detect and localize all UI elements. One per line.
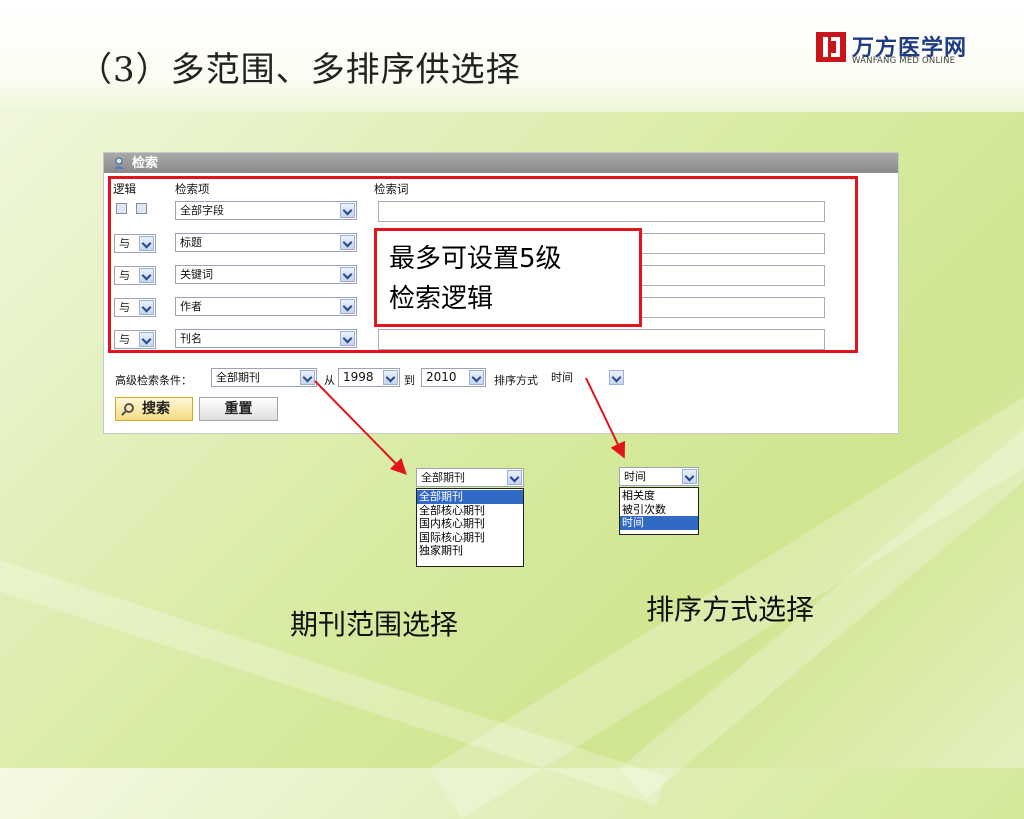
annotation-arrows	[314, 377, 626, 475]
option-all-core-journals[interactable]: 全部核心期刊	[417, 504, 523, 518]
journal-options-list: 全部期刊 全部核心期刊 国内核心期刊 国际核心期刊 独家期刊	[416, 488, 524, 567]
option-citation-count[interactable]: 被引次数	[620, 503, 698, 517]
option-international-core-journals[interactable]: 国际核心期刊	[417, 531, 523, 545]
arrow-to-sort-dropdown	[585, 377, 626, 459]
option-relevance[interactable]: 相关度	[620, 489, 698, 503]
journal-dropdown-select[interactable]: 全部期刊	[416, 468, 524, 487]
sort-options-list: 相关度 被引次数 时间	[619, 487, 699, 535]
option-domestic-core-journals[interactable]: 国内核心期刊	[417, 517, 523, 531]
option-time[interactable]: 时间	[620, 516, 698, 530]
sort-caption: 排序方式选择	[646, 593, 815, 626]
journal-dropdown-value: 全部期刊	[421, 471, 465, 484]
journal-scope-caption: 期刊范围选择	[290, 608, 459, 641]
option-exclusive-journals[interactable]: 独家期刊	[417, 544, 523, 558]
chevron-down-icon	[682, 469, 697, 484]
sort-dropdown-value: 时间	[624, 470, 646, 483]
arrow-to-journal-dropdown	[314, 380, 407, 475]
option-all-journals[interactable]: 全部期刊	[417, 490, 523, 504]
sort-dropdown-select[interactable]: 时间	[619, 467, 699, 486]
chevron-down-icon	[507, 470, 522, 485]
